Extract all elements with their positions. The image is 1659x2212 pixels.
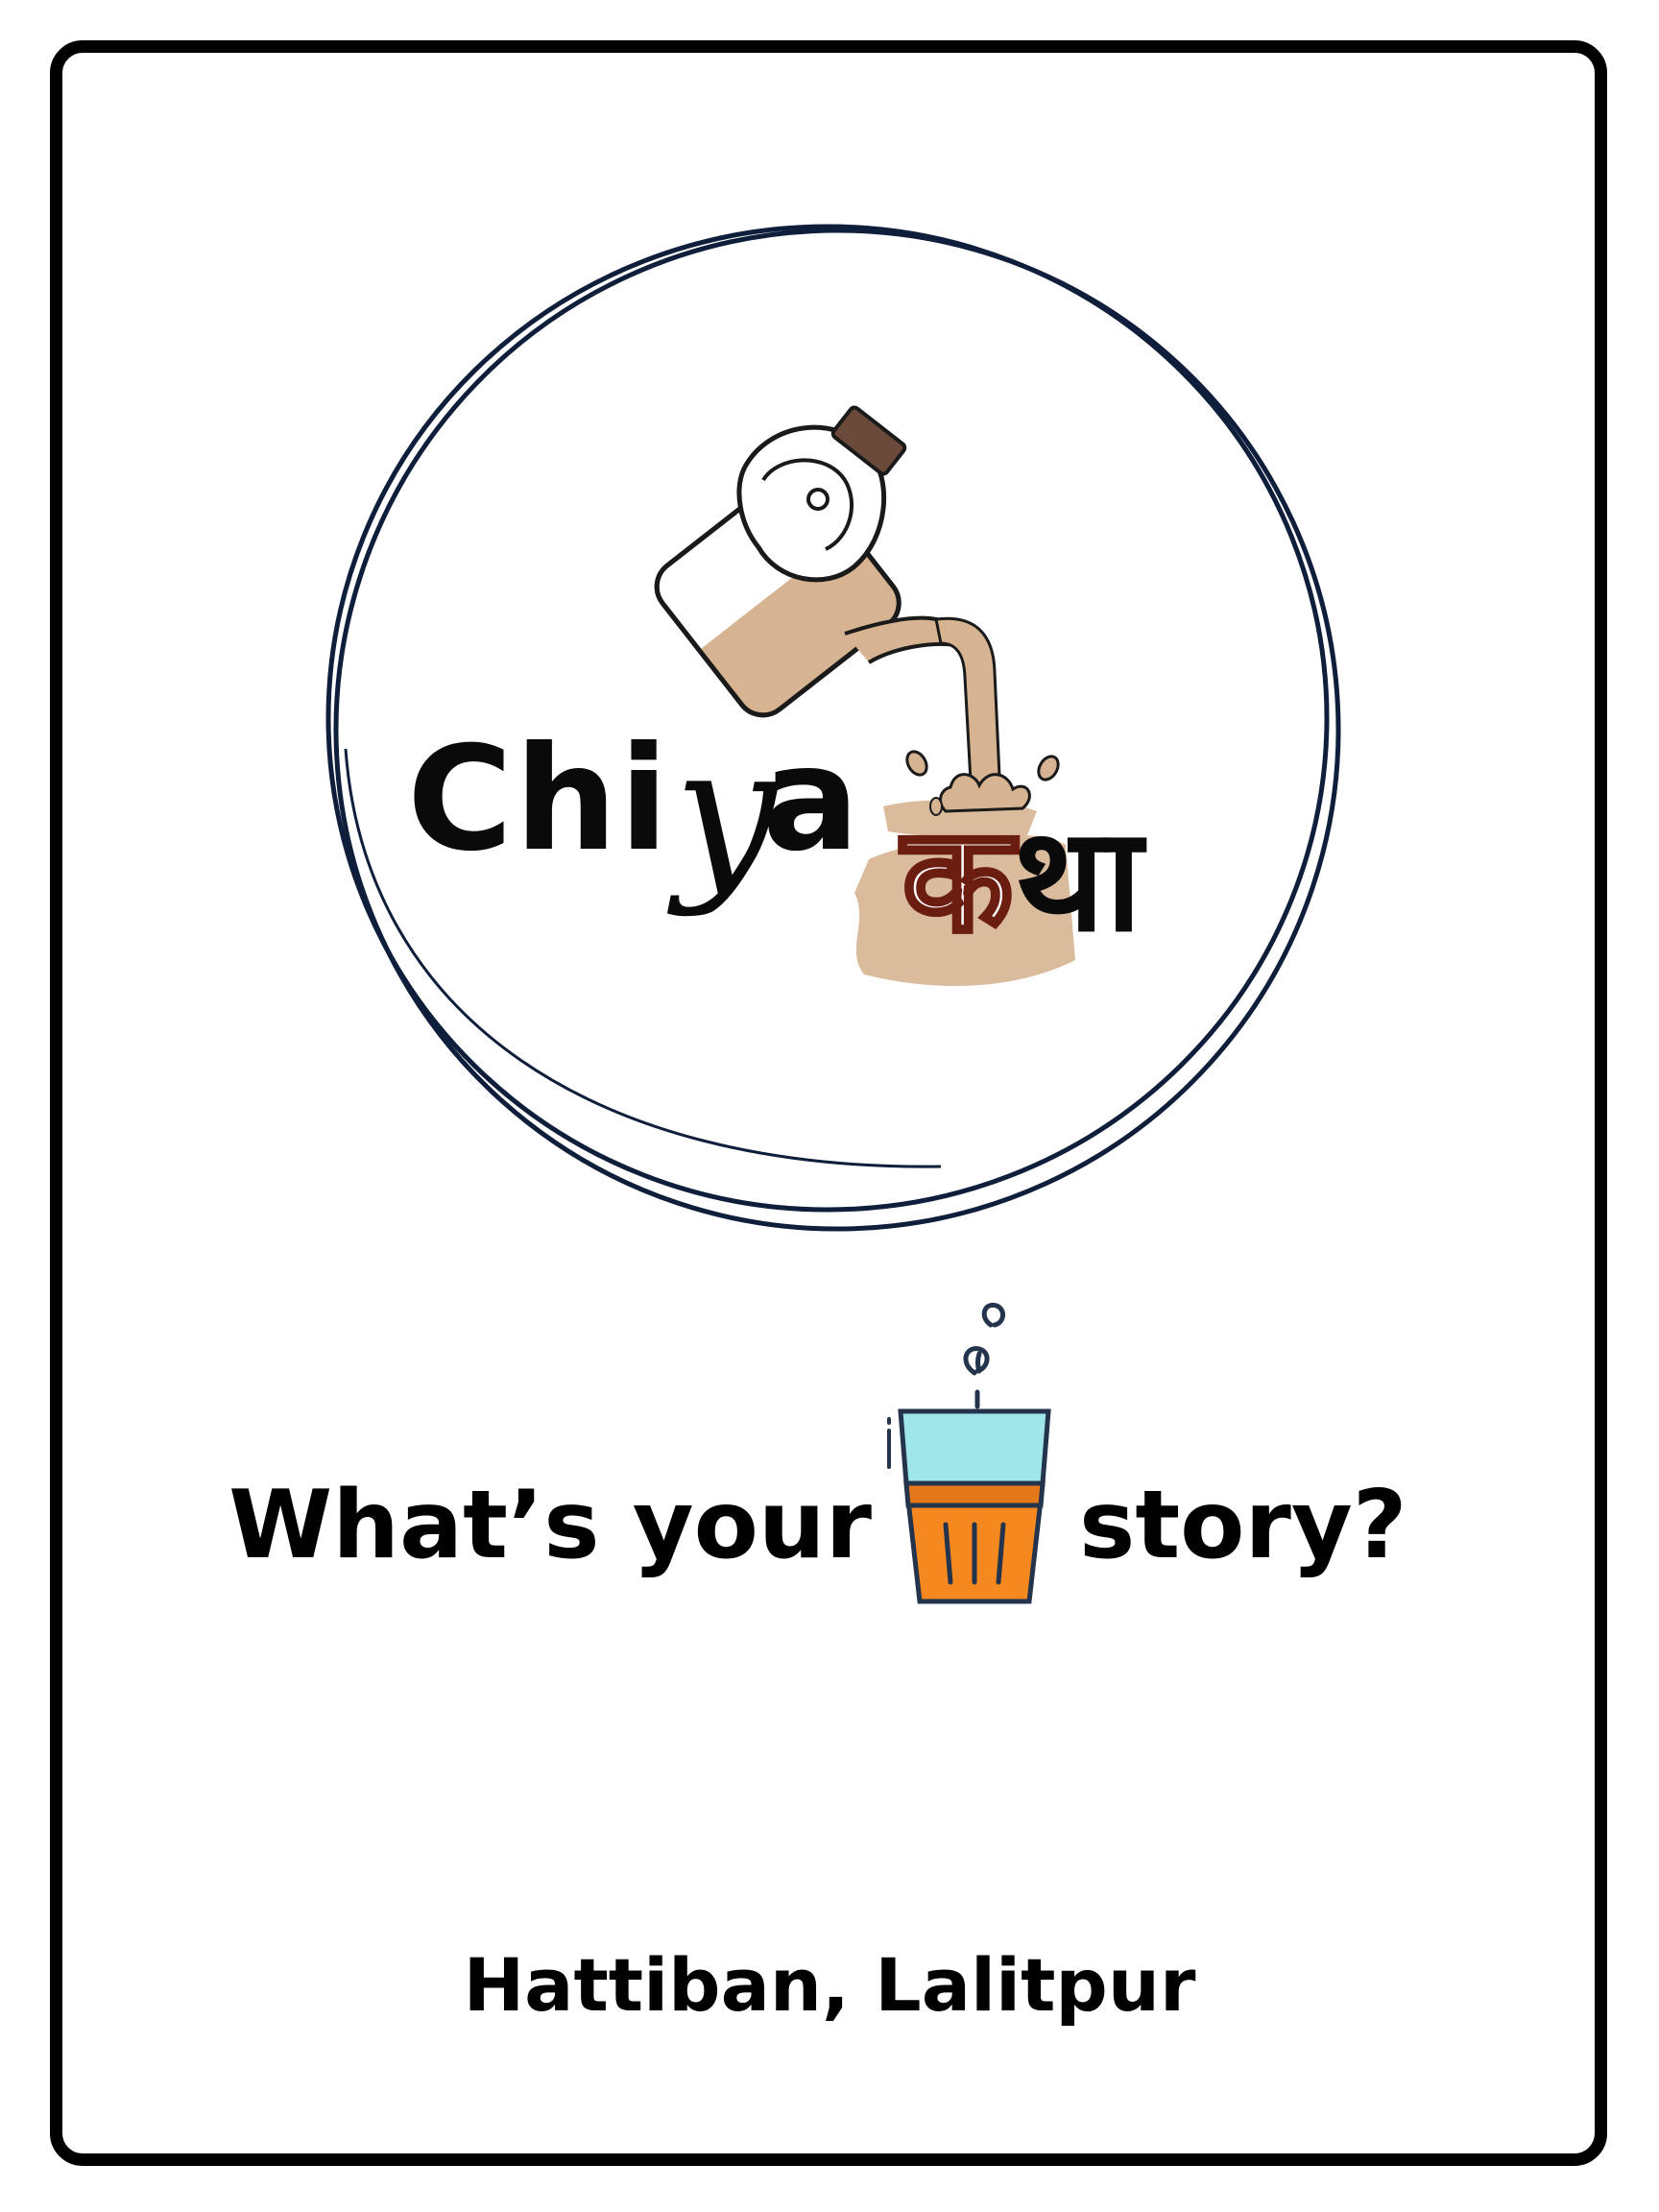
tea-stream (905, 616, 1060, 816)
brand-katha: कथा (900, 806, 1142, 955)
tagline-left: What’s your (228, 1471, 872, 1580)
tea-kettle-icon (654, 405, 962, 718)
tea-glass-icon (887, 1302, 1051, 1604)
tagline-right: story? (1079, 1471, 1407, 1580)
logo (325, 224, 1341, 1232)
steam-icon (963, 1302, 1005, 1409)
brand-a: a (762, 716, 860, 883)
brand-ka: क (900, 797, 1015, 964)
location: Hattiban, Lalitpur (463, 1942, 1196, 2028)
brand-tha: था (1013, 797, 1142, 964)
brand-chi: Chi (407, 716, 671, 883)
tagline: What’s your story? (0, 1459, 1659, 1594)
